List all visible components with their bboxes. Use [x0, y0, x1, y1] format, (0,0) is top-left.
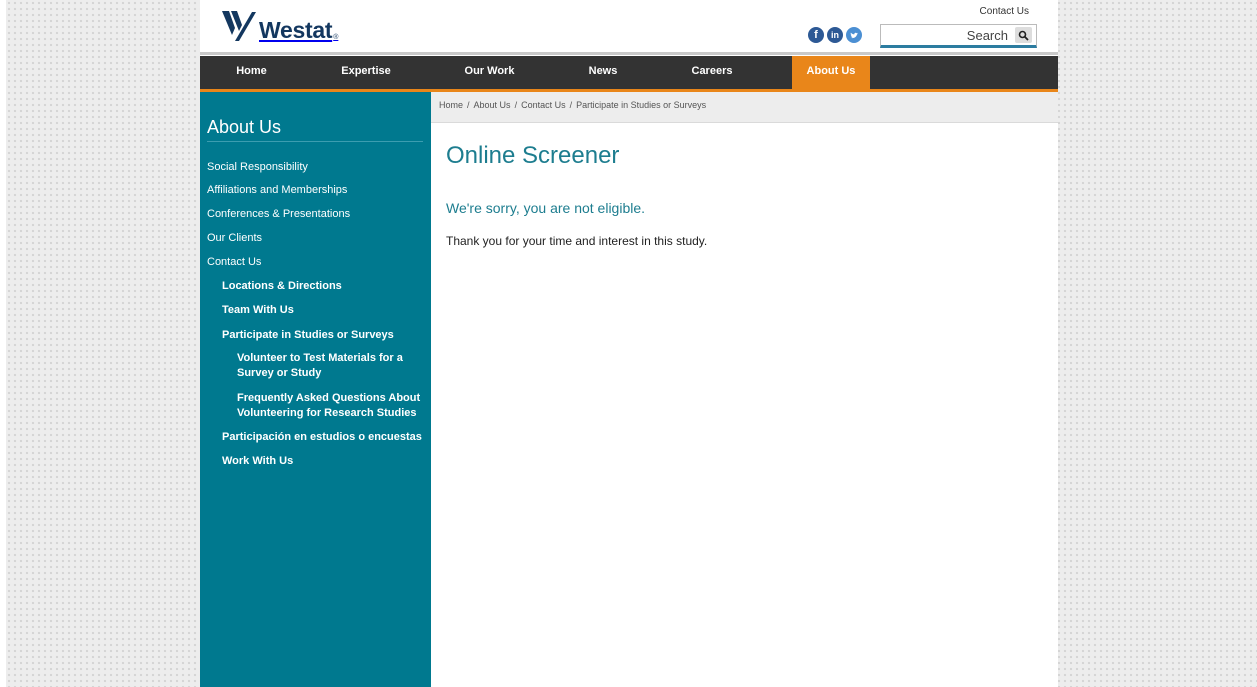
nav-news[interactable]: News	[570, 56, 636, 89]
twitter-icon[interactable]	[846, 27, 862, 43]
westat-logo[interactable]: Westat ®	[222, 11, 339, 43]
social-links: f in	[808, 27, 862, 43]
logo-text: Westat	[259, 17, 333, 43]
sidebar-item-volunteer-test[interactable]: Volunteer to Test Materials for a Survey…	[237, 351, 422, 381]
nav-home[interactable]: Home	[218, 56, 285, 89]
status-message: We're sorry, you are not eligible.	[446, 200, 646, 216]
nav-our-work[interactable]: Our Work	[452, 56, 527, 89]
westat-logo-mark-icon	[222, 11, 256, 41]
sidebar-item-work-with-us[interactable]: Work With Us	[222, 454, 293, 469]
breadcrumb-bar: Home / About Us / Contact Us / Participate in …	[431, 92, 1058, 123]
sidebar-item-team-with-us[interactable]: Team With Us	[222, 303, 294, 318]
nav-careers[interactable]: Careers	[680, 56, 744, 89]
sidebar-item-social-responsibility[interactable]: Social Responsibility	[207, 160, 308, 175]
main-nav: Home Expertise Our Work News Careers Abo…	[200, 56, 1058, 94]
body-text: Thank you for your time and interest in …	[446, 234, 708, 248]
page-title: Online Screener	[446, 142, 620, 169]
sidebar: About Us Social Responsibility Affiliati…	[200, 92, 431, 687]
sidebar-item-faq-volunteering[interactable]: Frequently Asked Questions About Volunte…	[237, 391, 422, 421]
search-input[interactable]	[883, 26, 1008, 44]
breadcrumb-separator: /	[467, 100, 470, 110]
sidebar-item-contact-us[interactable]: Contact Us	[207, 255, 261, 270]
breadcrumb-separator: /	[514, 100, 518, 110]
page-edge	[0, 0, 6, 687]
breadcrumb-about-us[interactable]: About Us	[474, 100, 511, 110]
sidebar-item-participacion[interactable]: Participación en estudios o encuestas	[222, 430, 422, 445]
sidebar-item-participate[interactable]: Participate in Studies or Surveys	[222, 328, 394, 343]
facebook-icon[interactable]: f	[808, 27, 824, 43]
contact-us-link[interactable]: Contact Us	[980, 6, 1029, 17]
breadcrumb-contact-us[interactable]: Contact Us	[521, 100, 566, 110]
nav-about-us[interactable]: About Us	[792, 56, 870, 94]
sidebar-item-locations[interactable]: Locations & Directions	[222, 279, 342, 294]
search-icon	[1018, 30, 1029, 41]
page-container: Westat® Contact Us f in Home Expertise O…	[200, 0, 1058, 687]
logo-registered-mark: ®	[333, 34, 339, 41]
sidebar-item-our-clients[interactable]: Our Clients	[207, 231, 262, 246]
breadcrumb-separator: /	[569, 100, 573, 110]
twitter-bird-icon	[850, 32, 858, 39]
breadcrumb-home[interactable]: Home	[439, 100, 463, 110]
breadcrumb: Home / About Us / Contact Us / Participate in …	[439, 100, 706, 110]
sidebar-title: About Us	[207, 117, 282, 137]
breadcrumb-participate[interactable]: Participate in Studies or Surveys	[576, 100, 706, 110]
sidebar-divider	[207, 141, 423, 142]
header-divider	[200, 52, 1058, 55]
site-header: Westat ® Contact Us f in	[200, 0, 1058, 55]
linkedin-icon[interactable]: in	[827, 27, 843, 43]
nav-expertise[interactable]: Expertise	[326, 56, 406, 89]
sidebar-item-conferences[interactable]: Conferences & Presentations	[207, 207, 350, 222]
sidebar-item-affiliations[interactable]: Affiliations and Memberships	[207, 183, 347, 198]
search-box	[880, 24, 1037, 48]
search-button[interactable]	[1015, 27, 1032, 43]
